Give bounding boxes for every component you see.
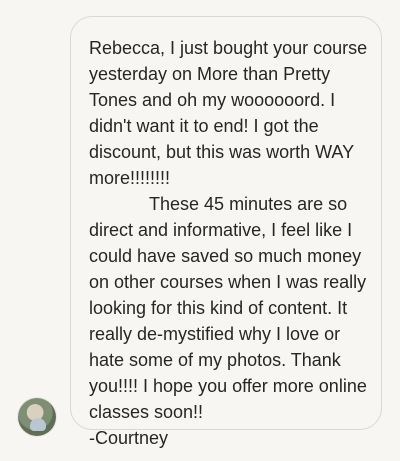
message-text: Rebecca, I just bought your course yeste… <box>89 38 368 448</box>
user-avatar-icon[interactable] <box>18 398 56 436</box>
message-bubble: Rebecca, I just bought your course yeste… <box>70 16 382 448</box>
